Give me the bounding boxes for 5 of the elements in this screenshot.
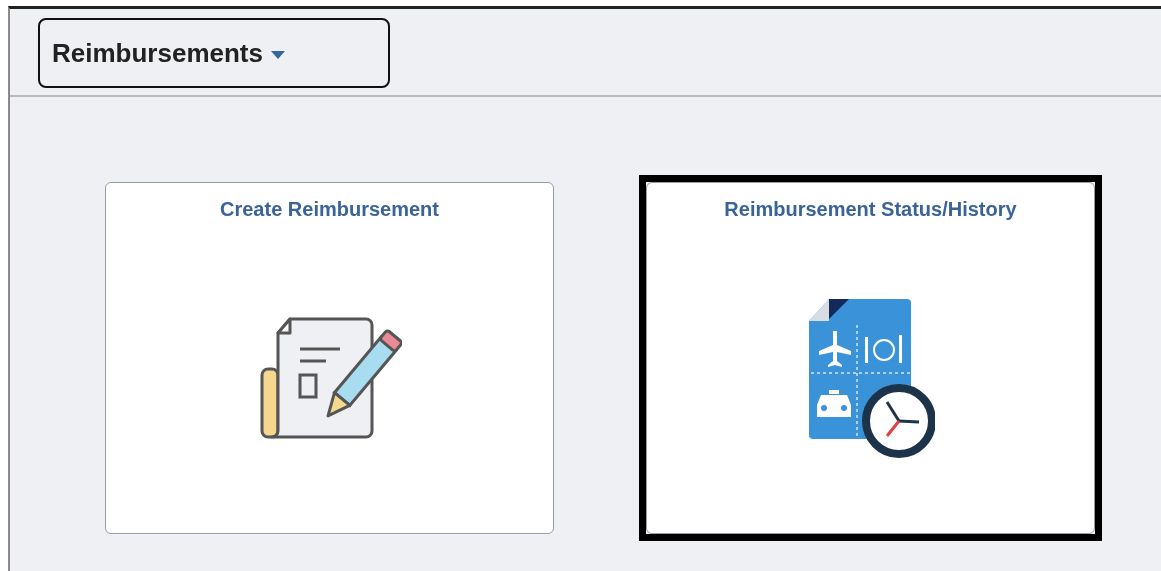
- reimbursements-menu-button[interactable]: Reimbursements: [38, 18, 390, 88]
- expense-report-clock-icon: [806, 296, 935, 461]
- caret-icon: [270, 50, 285, 59]
- tile[interactable]: Create Reimbursement: [105, 182, 554, 534]
- tile[interactable]: Reimbursement Status/History: [646, 182, 1095, 534]
